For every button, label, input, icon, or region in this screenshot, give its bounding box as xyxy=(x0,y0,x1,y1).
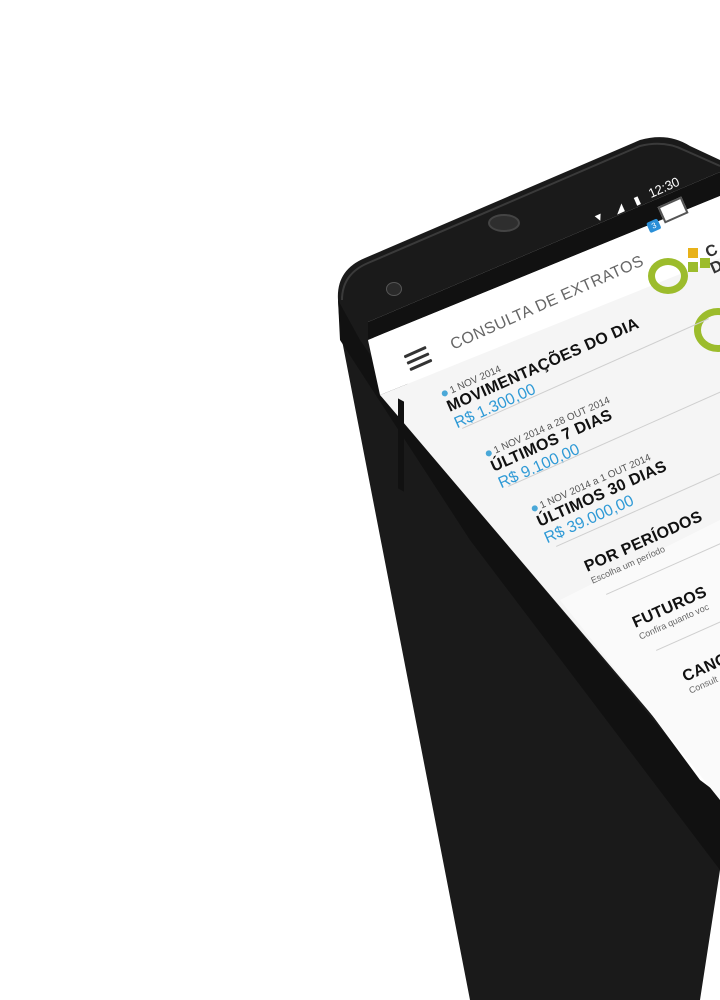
battery-icon: ▮ xyxy=(632,194,643,208)
signal-icon: ◢ xyxy=(612,201,626,217)
list-item[interactable]: 1 NOV 2014 MOVIMENTAÇÕES DO DIA R$ 1.300… xyxy=(440,305,649,433)
mail-badge: 3 xyxy=(646,218,662,234)
status-ring xyxy=(694,308,720,352)
logo-text-2: D xyxy=(708,257,720,278)
option-cancelados[interactable]: CANC Consult xyxy=(680,651,720,696)
menu-button[interactable] xyxy=(402,342,436,379)
logo-square-green-2 xyxy=(688,262,698,272)
app-screen: ▼ ◢ ▮ 12:30 CONSULTA DE EXTRATOS 3 C D 1… xyxy=(0,0,720,1000)
bullet-icon xyxy=(484,449,493,458)
logo-square-yellow xyxy=(688,248,698,258)
status-time: 12:30 xyxy=(645,173,682,201)
bullet-icon xyxy=(440,389,449,398)
phone-device: ▼ ◢ ▮ 12:30 CONSULTA DE EXTRATOS 3 C D 1… xyxy=(0,0,720,1000)
hamburger-icon xyxy=(402,342,434,375)
option-futuros[interactable]: FUTUROS Confira quanto voc xyxy=(630,584,714,642)
wifi-icon: ▼ xyxy=(591,210,607,226)
logo-ring xyxy=(648,258,688,294)
envelope-icon xyxy=(657,196,689,224)
bullet-icon xyxy=(530,504,539,513)
